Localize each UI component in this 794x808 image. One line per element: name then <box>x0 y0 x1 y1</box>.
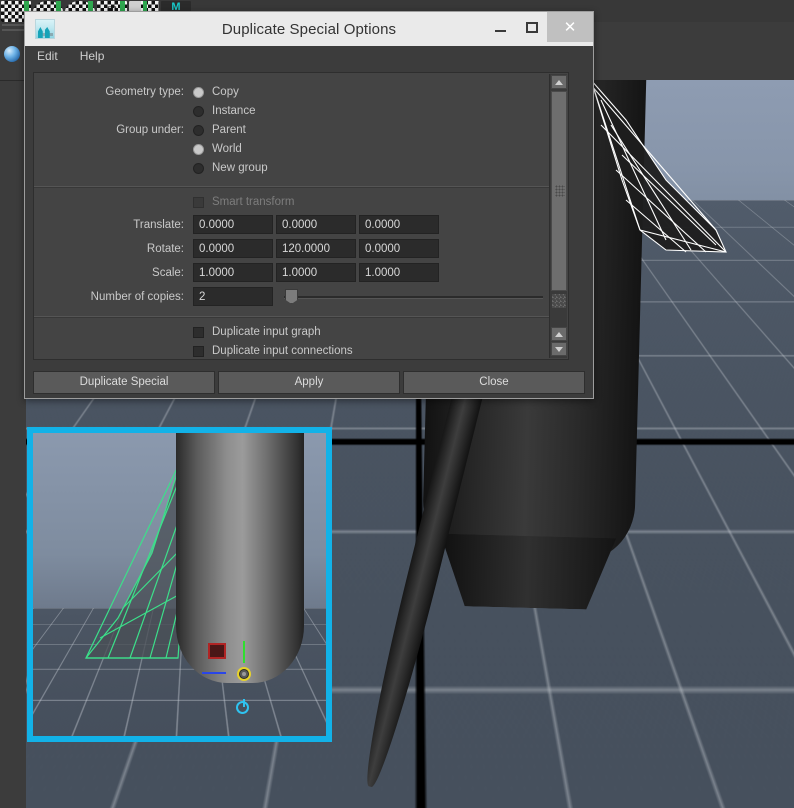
number-of-copies-row: Number of copies: 2 <box>34 286 549 307</box>
rocket-base-taper <box>438 534 616 611</box>
form-vertical-scrollbar[interactable] <box>549 74 567 358</box>
rotate-y-input[interactable]: 120.0000 <box>276 239 356 258</box>
gizmo-center-handle[interactable] <box>237 667 251 681</box>
window-controls[interactable]: ✕ <box>485 12 593 42</box>
scrollbar-thumb[interactable] <box>551 91 567 291</box>
group-under-row-2: World <box>34 140 549 158</box>
maximize-button[interactable] <box>516 12 547 42</box>
scroll-up-button-2[interactable] <box>551 327 567 341</box>
smart-transform-label: Smart transform <box>212 196 295 208</box>
options-form: Geometry type: Copy Instance Group under… <box>34 73 549 359</box>
scale-row: Scale: 1.0000 1.0000 1.0000 <box>34 262 549 283</box>
duplicate-input-graph-row: Duplicate input graph <box>34 323 549 341</box>
dialog-body: Geometry type: Copy Instance Group under… <box>25 66 593 366</box>
radio-new-group[interactable] <box>193 162 204 174</box>
scroll-down-button[interactable] <box>551 342 567 356</box>
inset-fin-wireframe <box>84 457 185 659</box>
radio-world[interactable] <box>193 143 204 155</box>
scroll-buttons-bottom[interactable] <box>551 326 567 357</box>
radio-copy[interactable] <box>193 86 204 98</box>
duplicate-input-connections-row: Duplicate input connections <box>34 342 549 359</box>
maya-app-icon <box>35 19 55 39</box>
radio-instance-label: Instance <box>212 105 256 117</box>
rotate-label: Rotate: <box>146 242 184 255</box>
duplicate-special-button[interactable]: Duplicate Special <box>33 370 215 394</box>
radio-copy-label: Copy <box>212 86 239 98</box>
radio-parent[interactable] <box>193 124 204 136</box>
inset-viewport <box>33 433 326 736</box>
smart-transform-row: Smart transform <box>34 193 549 211</box>
radio-instance[interactable] <box>193 105 204 117</box>
radio-world-label: World <box>212 143 242 155</box>
dialog-button-bar: Duplicate Special Apply Close <box>25 366 593 398</box>
close-button[interactable]: ✕ <box>547 12 593 42</box>
close-dialog-button[interactable]: Close <box>403 370 585 394</box>
options-form-frame: Geometry type: Copy Instance Group under… <box>33 72 569 360</box>
scroll-up-button[interactable] <box>550 75 567 89</box>
gizmo-rotate-handle[interactable] <box>236 699 249 714</box>
group-under-row-3: New group <box>34 159 549 177</box>
number-of-copies-input[interactable]: 2 <box>193 287 273 306</box>
translate-x-input[interactable]: 0.0000 <box>193 215 273 234</box>
gizmo-xy-plane-handle[interactable] <box>208 643 226 659</box>
checkbox-duplicate-input-graph[interactable] <box>193 326 204 338</box>
toolbar-divider <box>2 24 24 26</box>
form-separator <box>34 186 549 187</box>
maya-application-background: T M all_gt <box>0 0 794 808</box>
dialog-titlebar[interactable]: Duplicate Special Options ✕ <box>25 12 593 46</box>
scale-label: Scale: <box>152 266 184 279</box>
scale-y-input[interactable]: 1.0000 <box>276 263 356 282</box>
gizmo-y-axis[interactable] <box>243 641 245 663</box>
inset-transform-gizmo[interactable] <box>202 641 258 714</box>
scrollbar-grip <box>555 185 565 197</box>
duplicate-special-options-dialog[interactable]: Duplicate Special Options ✕ Edit Help Ge… <box>24 11 594 399</box>
menu-help[interactable]: Help <box>80 49 105 63</box>
checkbox-smart-transform[interactable] <box>193 196 204 208</box>
left-toolbar[interactable] <box>0 22 28 81</box>
radio-new-group-label: New group <box>212 162 268 174</box>
rotate-row: Rotate: 0.0000 120.0000 0.0000 <box>34 238 549 259</box>
dialog-menubar[interactable]: Edit Help <box>25 46 593 66</box>
form-separator <box>34 316 549 317</box>
radio-parent-label: Parent <box>212 124 246 136</box>
translate-label: Translate: <box>133 218 184 231</box>
gizmo-z-axis[interactable] <box>202 672 226 674</box>
slider-track <box>284 296 543 299</box>
translate-row: Translate: 0.0000 0.0000 0.0000 <box>34 214 549 235</box>
group-under-row: Group under: Parent <box>34 121 549 139</box>
number-of-copies-label: Number of copies: <box>90 290 184 303</box>
duplicate-input-graph-label: Duplicate input graph <box>212 326 321 338</box>
rotate-z-input[interactable]: 0.0000 <box>359 239 439 258</box>
toolbar-divider <box>2 29 24 31</box>
number-of-copies-slider[interactable] <box>284 287 543 306</box>
scale-z-input[interactable]: 1.0000 <box>359 263 439 282</box>
rotate-x-input[interactable]: 0.0000 <box>193 239 273 258</box>
scrollbar-resize-texture <box>551 293 567 309</box>
checkbox-duplicate-input-connections[interactable] <box>193 345 204 357</box>
menu-edit[interactable]: Edit <box>37 49 58 63</box>
zoomed-inset-panel[interactable] <box>27 427 332 742</box>
geometry-type-row: Geometry type: Copy <box>34 83 549 101</box>
slider-knob[interactable] <box>285 289 298 304</box>
minimize-button[interactable] <box>485 12 516 42</box>
duplicate-input-connections-label: Duplicate input connections <box>212 345 353 357</box>
geometry-type-label: Geometry type: <box>105 86 184 98</box>
translate-y-input[interactable]: 0.0000 <box>276 215 356 234</box>
scale-x-input[interactable]: 1.0000 <box>193 263 273 282</box>
sphere-icon[interactable] <box>4 46 20 62</box>
apply-button[interactable]: Apply <box>218 370 400 394</box>
translate-z-input[interactable]: 0.0000 <box>359 215 439 234</box>
geometry-type-row-2: Instance <box>34 102 549 120</box>
group-under-label: Group under: <box>116 124 184 136</box>
